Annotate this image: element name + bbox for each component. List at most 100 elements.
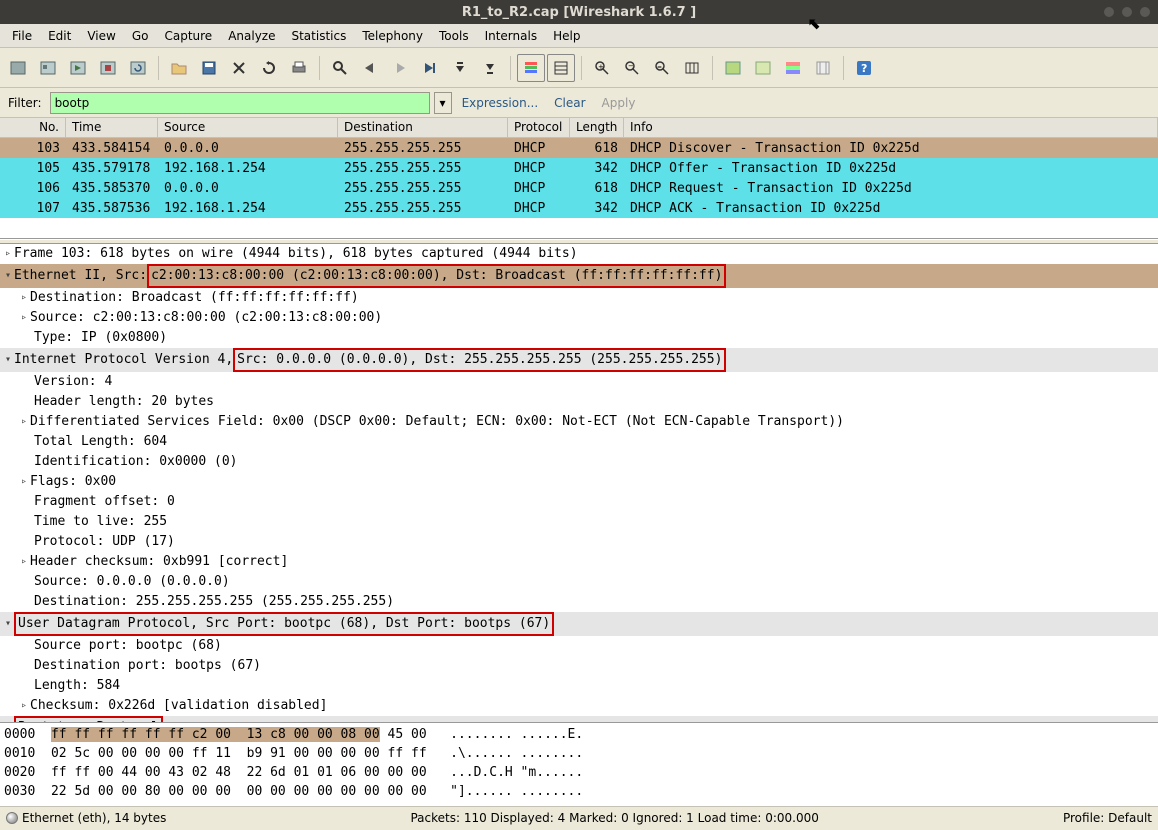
hex-line[interactable]: 0000 ff ff ff ff ff ff c2 00 13 c8 00 00… xyxy=(4,725,1154,744)
hex-dump: 0000 ff ff ff ff ff ff c2 00 13 c8 00 00… xyxy=(0,722,1158,806)
menu-view[interactable]: View xyxy=(79,26,123,46)
ip-frag-offset[interactable]: Fragment offset: 0 xyxy=(0,492,1158,512)
ip-destination[interactable]: Destination: 255.255.255.255 (255.255.25… xyxy=(0,592,1158,612)
hex-line[interactable]: 0010 02 5c 00 00 00 00 ff 11 b9 91 00 00… xyxy=(4,744,1154,763)
minimize-button[interactable] xyxy=(1104,7,1114,17)
menu-edit[interactable]: Edit xyxy=(40,26,79,46)
col-header-time[interactable]: Time xyxy=(66,118,158,137)
colorize-icon[interactable] xyxy=(517,54,545,82)
udp-length[interactable]: Length: 584 xyxy=(0,676,1158,696)
filter-input[interactable] xyxy=(50,92,430,114)
eth-type[interactable]: Type: IP (0x0800) xyxy=(0,328,1158,348)
titlebar: R1_to_R2.cap [Wireshark 1.6.7 ] ⬉ xyxy=(0,0,1158,24)
menu-telephony[interactable]: Telephony xyxy=(354,26,431,46)
maximize-button[interactable] xyxy=(1122,7,1132,17)
close-file-icon[interactable] xyxy=(225,54,253,82)
ip-checksum[interactable]: ▹Header checksum: 0xb991 [correct] xyxy=(0,552,1158,572)
preferences-icon[interactable] xyxy=(809,54,837,82)
options-icon[interactable] xyxy=(34,54,62,82)
eth-src[interactable]: ▹Source: c2:00:13:c8:00:00 (c2:00:13:c8:… xyxy=(0,308,1158,328)
col-header-protocol[interactable]: Protocol xyxy=(508,118,570,137)
svg-text:−: − xyxy=(628,62,634,70)
filter-bar: Filter: ▾ Expression... Clear Apply xyxy=(0,88,1158,118)
status-left: Ethernet (eth), 14 bytes xyxy=(22,811,166,825)
filter-apply[interactable]: Apply xyxy=(596,96,642,110)
ip-dscp[interactable]: ▹Differentiated Services Field: 0x00 (DS… xyxy=(0,412,1158,432)
col-header-length[interactable]: Length xyxy=(570,118,624,137)
col-header-info[interactable]: Info xyxy=(624,118,1158,137)
interfaces-icon[interactable] xyxy=(4,54,32,82)
packet-row[interactable]: 103433.5841540.0.0.0255.255.255.255DHCP6… xyxy=(0,138,1158,158)
go-back-icon[interactable] xyxy=(356,54,384,82)
packet-list: No. Time Source Destination Protocol Len… xyxy=(0,118,1158,239)
svg-text:?: ? xyxy=(861,62,867,75)
go-first-icon[interactable] xyxy=(446,54,474,82)
menu-analyze[interactable]: Analyze xyxy=(220,26,283,46)
filter-label: Filter: xyxy=(4,96,46,110)
ethernet-summary[interactable]: ▾Ethernet II, Src: c2:00:13:c8:00:00 (c2… xyxy=(0,264,1158,288)
hex-line[interactable]: 0020 ff ff 00 44 00 43 02 48 22 6d 01 01… xyxy=(4,763,1154,782)
filter-expression[interactable]: Expression... xyxy=(456,96,545,110)
start-capture-icon[interactable] xyxy=(64,54,92,82)
ip-summary[interactable]: ▾Internet Protocol Version 4, Src: 0.0.0… xyxy=(0,348,1158,372)
eth-dst[interactable]: ▹Destination: Broadcast (ff:ff:ff:ff:ff:… xyxy=(0,288,1158,308)
open-icon[interactable] xyxy=(165,54,193,82)
menu-statistics[interactable]: Statistics xyxy=(283,26,354,46)
ip-version[interactable]: Version: 4 xyxy=(0,372,1158,392)
ip-flags[interactable]: ▹Flags: 0x00 xyxy=(0,472,1158,492)
save-icon[interactable] xyxy=(195,54,223,82)
col-header-source[interactable]: Source xyxy=(158,118,338,137)
stop-capture-icon[interactable] xyxy=(94,54,122,82)
ip-protocol[interactable]: Protocol: UDP (17) xyxy=(0,532,1158,552)
col-header-destination[interactable]: Destination xyxy=(338,118,508,137)
restart-capture-icon[interactable] xyxy=(124,54,152,82)
status-profile[interactable]: Profile: Default xyxy=(1063,811,1152,825)
ip-ttl[interactable]: Time to live: 255 xyxy=(0,512,1158,532)
expert-info-icon[interactable] xyxy=(6,812,18,824)
hex-line[interactable]: 0030 22 5d 00 00 80 00 00 00 00 00 00 00… xyxy=(4,782,1154,801)
packet-details: ▹Frame 103: 618 bytes on wire (4944 bits… xyxy=(0,244,1158,722)
menu-help[interactable]: Help xyxy=(545,26,588,46)
filter-clear[interactable]: Clear xyxy=(548,96,591,110)
go-forward-icon[interactable] xyxy=(386,54,414,82)
ip-total-length[interactable]: Total Length: 604 xyxy=(0,432,1158,452)
autoscroll-icon[interactable] xyxy=(547,54,575,82)
frame-summary[interactable]: ▹Frame 103: 618 bytes on wire (4944 bits… xyxy=(0,244,1158,264)
help-icon[interactable]: ? xyxy=(850,54,878,82)
udp-highlight: User Datagram Protocol, Src Port: bootpc… xyxy=(14,612,554,636)
display-filters-icon[interactable] xyxy=(749,54,777,82)
menu-capture[interactable]: Capture xyxy=(156,26,220,46)
print-icon[interactable] xyxy=(285,54,313,82)
udp-checksum[interactable]: ▹Checksum: 0x226d [validation disabled] xyxy=(0,696,1158,716)
ip-header-length[interactable]: Header length: 20 bytes xyxy=(0,392,1158,412)
coloring-rules-icon[interactable] xyxy=(779,54,807,82)
filter-dropdown[interactable]: ▾ xyxy=(434,92,452,114)
packet-row[interactable]: 106435.5853700.0.0.0255.255.255.255DHCP6… xyxy=(0,178,1158,198)
zoom-reset-icon[interactable]: = xyxy=(648,54,676,82)
resize-cols-icon[interactable] xyxy=(678,54,706,82)
menu-go[interactable]: Go xyxy=(124,26,157,46)
svg-text:=: = xyxy=(657,64,662,71)
zoom-out-icon[interactable]: − xyxy=(618,54,646,82)
menu-file[interactable]: File xyxy=(4,26,40,46)
ip-highlight: Src: 0.0.0.0 (0.0.0.0), Dst: 255.255.255… xyxy=(233,348,726,372)
capture-filters-icon[interactable] xyxy=(719,54,747,82)
udp-src-port[interactable]: Source port: bootpc (68) xyxy=(0,636,1158,656)
menu-tools[interactable]: Tools xyxy=(431,26,477,46)
udp-summary[interactable]: ▾User Datagram Protocol, Src Port: bootp… xyxy=(0,612,1158,636)
close-button[interactable] xyxy=(1140,7,1150,17)
menu-internals[interactable]: Internals xyxy=(477,26,546,46)
ip-identification[interactable]: Identification: 0x0000 (0) xyxy=(0,452,1158,472)
packet-row[interactable]: 105435.579178192.168.1.254255.255.255.25… xyxy=(0,158,1158,178)
menubar: File Edit View Go Capture Analyze Statis… xyxy=(0,24,1158,48)
window-title: R1_to_R2.cap [Wireshark 1.6.7 ] xyxy=(462,5,696,20)
ip-source[interactable]: Source: 0.0.0.0 (0.0.0.0) xyxy=(0,572,1158,592)
go-last-icon[interactable] xyxy=(476,54,504,82)
udp-dst-port[interactable]: Destination port: bootps (67) xyxy=(0,656,1158,676)
reload-icon[interactable] xyxy=(255,54,283,82)
go-to-icon[interactable] xyxy=(416,54,444,82)
find-icon[interactable] xyxy=(326,54,354,82)
col-header-no[interactable]: No. xyxy=(0,118,66,137)
zoom-in-icon[interactable]: + xyxy=(588,54,616,82)
packet-row[interactable]: 107435.587536192.168.1.254255.255.255.25… xyxy=(0,198,1158,218)
